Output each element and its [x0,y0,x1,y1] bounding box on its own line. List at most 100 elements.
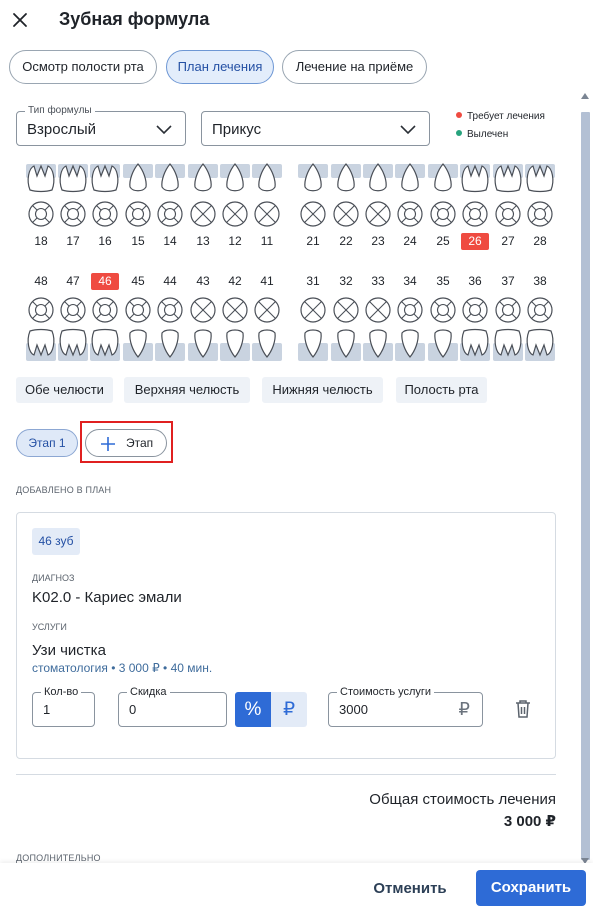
tooth-icon [123,297,153,361]
tooth-icon [395,297,425,361]
tooth-number: 23 [371,234,385,248]
tooth-41[interactable]: 41 [251,273,283,473]
header: Зубная формула [0,0,593,44]
tooth-number: 11 [260,234,274,248]
tooth-icon [252,297,282,361]
legend-needs-treatment: Требует лечения [456,111,545,122]
plus-icon [101,437,115,451]
trash-icon[interactable] [514,699,532,719]
tooth-number: 27 [501,234,515,248]
tooth-34[interactable]: 34 [394,273,426,473]
cancel-button[interactable]: Отменить [365,872,455,906]
tooth-37[interactable]: 37 [492,273,524,473]
tooth-43[interactable]: 43 [187,273,219,473]
upper-jaw-button[interactable]: Верхняя челюсть [124,377,250,403]
page-title: Зубная формула [59,9,210,29]
tooth-32[interactable]: 32 [330,273,362,473]
chevron-down-icon [400,125,416,135]
tooth-number: 26 [461,233,489,250]
legend-extracted: Вылечен [456,129,508,140]
discount-rub-button[interactable]: ₽ [271,692,307,727]
services-caption: УСЛУГИ [32,622,67,632]
tooth-36[interactable]: 36 [459,273,491,473]
ruble-icon: ₽ [458,699,470,719]
diagnosis-text: K02.0 - Кариес эмали [32,589,182,606]
tooth-number: 37 [501,274,515,288]
tooth-icon [188,297,218,361]
tooth-icon [460,297,490,361]
save-button[interactable]: Сохранить [476,870,586,906]
discount-value: 0 [129,702,137,717]
diagnosis-caption: ДИАГНОЗ [32,573,75,583]
add-stage-button[interactable]: Этап [85,429,167,457]
quantity-label: Кол-во [41,686,82,698]
tooth-icon [58,297,88,361]
tab-treatment-at-visit[interactable]: Лечение на приёме [282,50,427,84]
tooth-number: 17 [66,234,80,248]
tab-oral-exam[interactable]: Осмотр полости рта [9,50,157,84]
tooth-icon [220,297,250,361]
tooth-number: 25 [436,234,450,248]
tooth-badge[interactable]: 46 зуб [32,528,80,555]
tooth-31[interactable]: 31 [297,273,329,473]
scroll-up-icon[interactable] [581,93,589,99]
tooth-number: 46 [91,273,119,290]
tooth-number: 35 [436,274,450,288]
tooth-icon [363,297,393,361]
oral-cavity-button[interactable]: Полость рта [396,377,487,403]
tooth-icon [331,297,361,361]
total-label: Общая стоимость лечения [369,791,556,808]
scroll-thumb[interactable] [581,112,590,860]
discount-label: Скидка [127,686,170,698]
tab-treatment-plan[interactable]: План лечения [166,50,274,84]
tooth-number: 43 [196,274,210,288]
discount-field[interactable]: Скидка 0 [118,686,227,727]
tooth-number: 28 [533,234,547,248]
green-dot-icon [456,130,462,136]
tooth-38[interactable]: 38 [524,273,556,473]
service-cost-value: 3000 [339,702,368,717]
bite-select[interactable]: Прикус [201,111,430,146]
close-icon[interactable] [10,10,30,30]
tooth-number: 48 [34,274,48,288]
footer: Отменить Сохранить [0,863,593,914]
tooth-33[interactable]: 33 [362,273,394,473]
both-jaws-button[interactable]: Обе челюсти [16,377,113,403]
scrollbar[interactable] [580,92,590,864]
total-value: 3 000 ₽ [503,813,556,830]
tooth-icon [428,297,458,361]
tooth-number: 21 [306,234,320,248]
formula-type-select[interactable]: Тип формулы Взрослый [16,105,186,146]
stage-1-tab[interactable]: Этап 1 [16,429,78,457]
add-stage-label: Этап [126,436,154,450]
service-name: Узи чистка [32,642,106,659]
tooth-number: 15 [131,234,145,248]
service-meta: стоматология • 3 000 ₽ • 40 мин. [32,661,213,675]
tooth-35[interactable]: 35 [427,273,459,473]
tooth-icon [298,297,328,361]
tooth-number: 44 [163,274,177,288]
service-cost-field[interactable]: Стоимость услуги 3000 ₽ [328,686,483,727]
tooth-icon [90,297,120,361]
tooth-42[interactable]: 42 [219,273,251,473]
quantity-field[interactable]: Кол-во 1 [32,686,95,727]
tooth-number: 41 [260,274,274,288]
quantity-value: 1 [43,702,51,717]
tooth-icon [155,297,185,361]
tooth-number: 32 [339,274,353,288]
tooth-number: 31 [306,274,320,288]
service-cost-label: Стоимость услуги [337,686,435,698]
tooth-number: 24 [403,234,417,248]
tooth-number: 12 [228,234,242,248]
added-to-plan-caption: ДОБАВЛЕНО В ПЛАН [16,485,112,495]
bite-value: Прикус [212,121,262,138]
tooth-number: 34 [403,274,417,288]
lower-jaw-button[interactable]: Нижняя челюсть [262,377,383,403]
tooth-icon [525,297,555,361]
tooth-number: 18 [34,234,48,248]
tooth-number: 38 [533,274,547,288]
tooth-number: 16 [98,234,112,248]
divider [16,774,556,775]
discount-percent-button[interactable]: % [235,692,271,727]
tooth-number: 36 [468,274,482,288]
